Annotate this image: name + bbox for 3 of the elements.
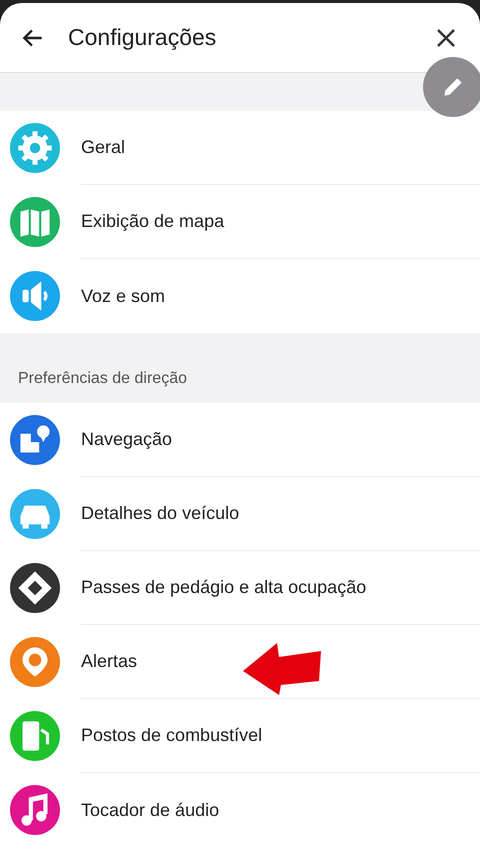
section-header: Preferências de direção	[18, 369, 187, 389]
page-title: Configurações	[68, 23, 218, 52]
arrow-icon	[243, 643, 323, 695]
